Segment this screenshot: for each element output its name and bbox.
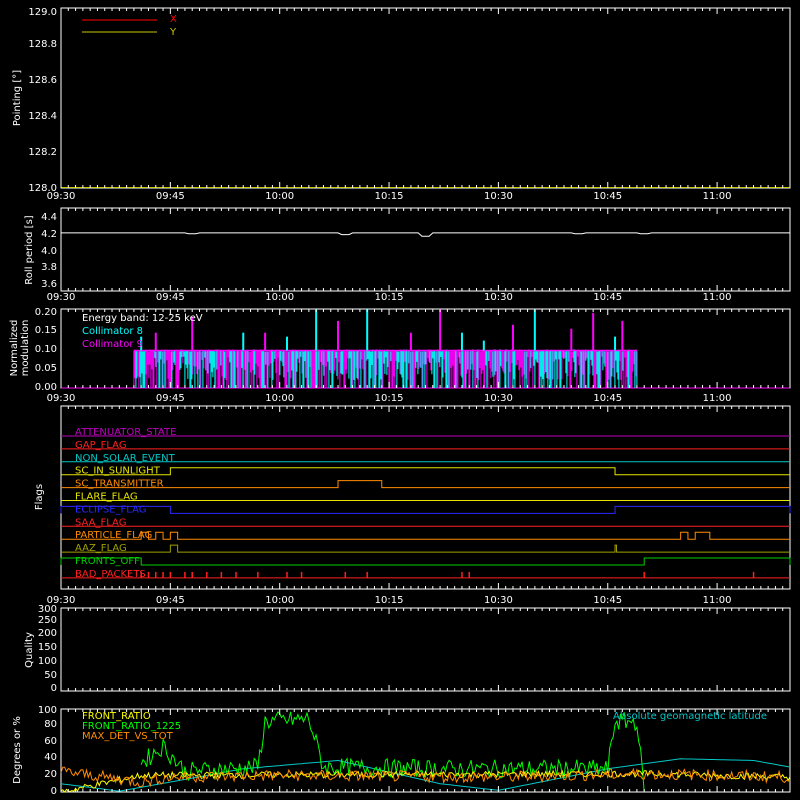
time-label: 10:30: [484, 393, 513, 404]
time-label: 09:30: [47, 191, 76, 202]
time-label: 11:00: [703, 191, 732, 202]
modulation-ytick: 0.05: [35, 363, 57, 374]
pointing-ytick: 128.4: [28, 111, 57, 122]
time-label: 10:45: [593, 393, 622, 404]
pointing-ytick: 129.0: [28, 7, 57, 18]
time-label: 10:45: [593, 292, 622, 303]
ratio-ytick: 20: [44, 769, 57, 780]
roll-ytick: 3.6: [41, 279, 57, 290]
roll-ytick: 4.0: [41, 246, 57, 257]
time-label: 09:45: [156, 595, 185, 606]
time-label: 10:15: [375, 393, 404, 404]
time-label: 10:30: [484, 595, 513, 606]
time-label: 10:00: [265, 292, 294, 303]
ratio-ytick: 100: [38, 705, 57, 716]
time-label: 09:30: [47, 595, 76, 606]
rhessi-summary-figure: 128.0 128.2 128.4 128.6 128.8 129.0 Poin…: [0, 0, 800, 800]
time-label: 10:45: [593, 191, 622, 202]
modulation-ylabel-2: modulation: [20, 320, 31, 377]
quality-ytick: 0: [51, 683, 57, 694]
roll-ytick: 4.4: [41, 212, 57, 223]
ratio-ylabel: Degrees or %: [12, 716, 23, 784]
roll-ytick: 3.8: [41, 262, 57, 273]
ratio-ytick: 0: [51, 786, 57, 797]
modulation-ytick: 0.00: [35, 382, 57, 393]
time-label: 11:00: [703, 595, 732, 606]
flags-ylabel: Flags: [34, 484, 45, 510]
time-label: 09:45: [156, 393, 185, 404]
modulation-ytick: 0.20: [35, 307, 57, 318]
quality-ytick: 150: [38, 642, 57, 653]
quality-ytick: 200: [38, 628, 57, 639]
time-label: 10:30: [484, 191, 513, 202]
energy-band-label: Energy band: 12-25 keV: [82, 313, 203, 324]
time-label: 10:15: [375, 595, 404, 606]
time-label: 09:45: [156, 191, 185, 202]
time-label: 10:15: [375, 292, 404, 303]
ratio-ytick: 60: [44, 736, 57, 747]
time-label: 10:00: [265, 393, 294, 404]
time-label: 10:00: [265, 191, 294, 202]
time-label: 10:30: [484, 292, 513, 303]
modulation-ytick: 0.15: [35, 325, 57, 336]
legend-label-x: X: [170, 14, 177, 25]
time-label: 10:00: [265, 595, 294, 606]
time-label: 09:30: [47, 292, 76, 303]
time-label: 10:15: [375, 191, 404, 202]
time-label: 09:45: [156, 292, 185, 303]
roll-ytick: 4.2: [41, 229, 57, 240]
roll-ylabel: Roll period [s]: [24, 215, 35, 284]
geomagnetic-latitude-label: Absolute geomagnetic latitude: [613, 711, 767, 722]
ratio-ytick: 80: [44, 719, 57, 730]
quality-ylabel: Quality: [24, 632, 35, 668]
quality-ytick: 50: [44, 670, 57, 681]
ratio-ytick: 40: [44, 752, 57, 763]
legend-label-max-det-vs-tot: MAX_DET_VS_TOT: [82, 731, 174, 742]
modulation-ytick: 0.10: [35, 344, 57, 355]
quality-ytick: 100: [38, 656, 57, 667]
pointing-ylabel: Pointing [°]: [12, 70, 23, 126]
modulation-ylabel-1: Normalized: [9, 320, 20, 377]
time-label: 11:00: [703, 393, 732, 404]
time-label: 09:30: [47, 393, 76, 404]
legend-label-collimator-8: Collimator 8: [82, 326, 143, 337]
pointing-ytick: 128.2: [28, 147, 57, 158]
quality-ytick: 250: [38, 615, 57, 626]
legend-label-collimator-9: Collimator 9: [82, 339, 143, 350]
pointing-ytick: 128.6: [28, 75, 57, 86]
legend-label-y: Y: [169, 27, 177, 38]
pointing-ytick: 128.8: [28, 39, 57, 50]
time-label: 10:45: [593, 595, 622, 606]
time-label: 11:00: [703, 292, 732, 303]
